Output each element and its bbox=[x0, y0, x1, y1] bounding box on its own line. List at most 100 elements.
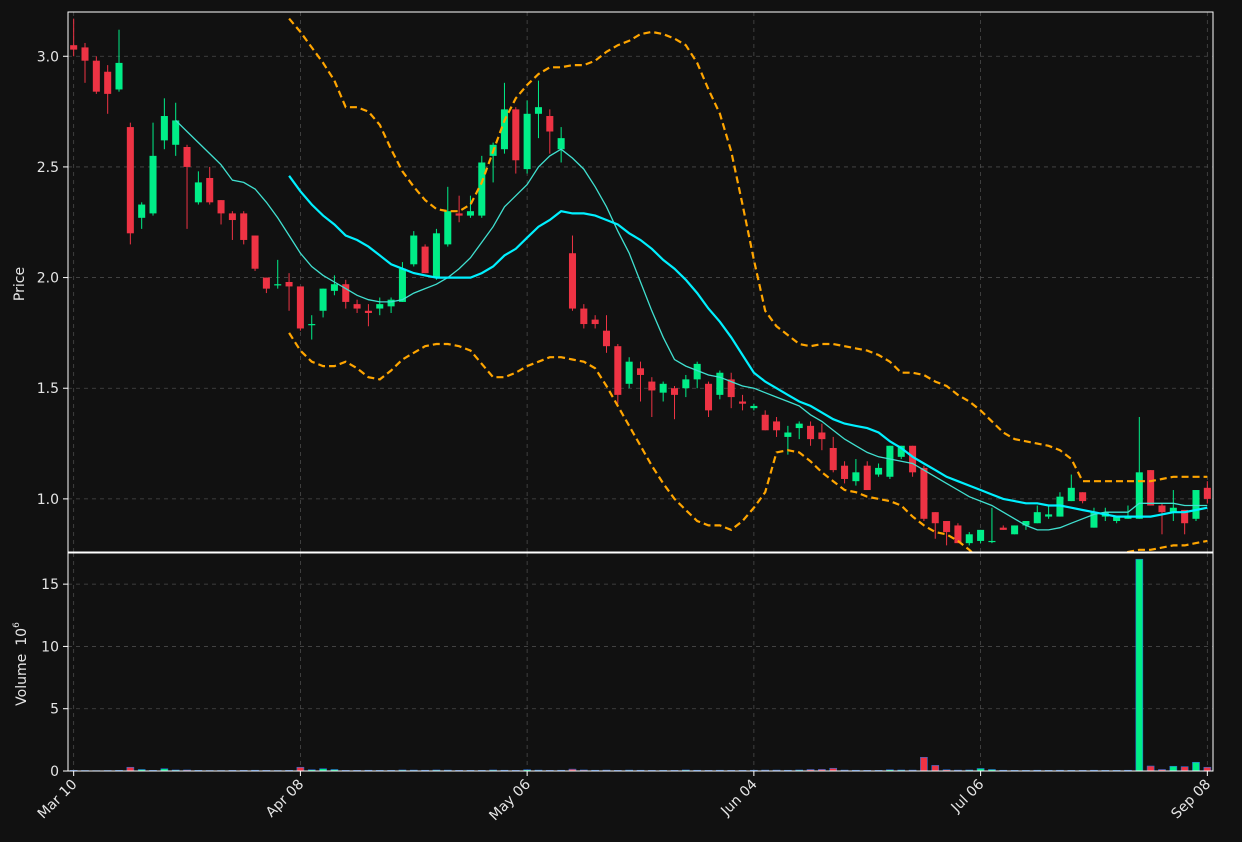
candle-body bbox=[568, 253, 576, 309]
price-tick-label: 2.5 bbox=[37, 160, 59, 176]
candle-body bbox=[455, 213, 463, 216]
candle-body bbox=[308, 324, 316, 326]
candle-body bbox=[421, 246, 429, 274]
candle-body bbox=[512, 109, 520, 161]
candle-body bbox=[319, 288, 327, 311]
candle-body bbox=[920, 467, 928, 519]
price-axis-title: Price bbox=[12, 267, 28, 301]
volume-tick-label: 15 bbox=[41, 577, 59, 593]
candle-body bbox=[104, 71, 112, 94]
candle-body bbox=[206, 177, 214, 203]
candle-body bbox=[841, 465, 849, 479]
candle-body bbox=[296, 286, 304, 329]
candle-body bbox=[591, 319, 599, 325]
date-tick-label: Sep 08 bbox=[1168, 777, 1214, 823]
candle-body bbox=[183, 147, 191, 167]
candle-body bbox=[829, 447, 837, 471]
volume-bar bbox=[126, 766, 135, 771]
price-tick-label: 1.5 bbox=[37, 381, 59, 397]
candle-body bbox=[376, 304, 384, 309]
candle-body bbox=[1192, 490, 1200, 519]
candle-body bbox=[807, 425, 815, 440]
candle-body bbox=[614, 346, 622, 395]
volume-bar bbox=[1135, 558, 1144, 771]
volume-bar bbox=[1203, 766, 1212, 771]
candle-body bbox=[988, 540, 996, 543]
price-tick-label: 1.0 bbox=[37, 492, 59, 508]
candle-body bbox=[217, 200, 225, 214]
candle-body bbox=[126, 127, 134, 234]
candle-body bbox=[194, 182, 202, 203]
candle-body bbox=[172, 120, 180, 145]
candle-body bbox=[965, 534, 973, 544]
candle-body bbox=[1067, 487, 1075, 502]
date-tick-label: May 06 bbox=[486, 776, 534, 824]
candle-body bbox=[625, 361, 633, 384]
volume-tick-label: 5 bbox=[50, 702, 59, 718]
candle-body bbox=[262, 277, 270, 289]
candle-body bbox=[818, 432, 826, 440]
candle-body bbox=[931, 512, 939, 524]
candle-body bbox=[761, 414, 769, 431]
candle-body bbox=[784, 432, 792, 437]
candle-body bbox=[285, 282, 293, 287]
price-tick-label: 3.0 bbox=[37, 49, 59, 65]
candle-body bbox=[81, 47, 89, 61]
candle-body bbox=[534, 107, 542, 114]
volume-axis-label: Volume bbox=[14, 654, 30, 706]
candle-body bbox=[954, 525, 962, 544]
candle-body bbox=[852, 472, 860, 482]
candle-body bbox=[1045, 514, 1053, 517]
candle-body bbox=[705, 383, 713, 411]
candle-body bbox=[580, 308, 588, 325]
candle-body bbox=[364, 310, 372, 313]
candle-body bbox=[398, 268, 406, 302]
candle-body bbox=[648, 381, 656, 391]
candle-body bbox=[795, 423, 803, 429]
candle-body bbox=[1079, 492, 1087, 502]
candle-body bbox=[999, 527, 1007, 530]
candle-body bbox=[149, 155, 157, 214]
candle-body bbox=[115, 62, 123, 90]
candle-body bbox=[682, 379, 690, 389]
candle-body bbox=[773, 421, 781, 431]
candle-body bbox=[1158, 505, 1166, 513]
candle-body bbox=[228, 213, 236, 221]
volume-bar bbox=[920, 756, 928, 771]
candle-body bbox=[557, 138, 565, 150]
candle-body bbox=[875, 467, 883, 475]
candle-body bbox=[670, 388, 679, 395]
volume-panel-background bbox=[68, 553, 1213, 771]
date-tick-label: Jun 04 bbox=[717, 776, 760, 819]
candle-body bbox=[977, 529, 985, 541]
date-tick-label: Jul 06 bbox=[948, 776, 988, 816]
candle-body bbox=[750, 405, 758, 409]
candle-body bbox=[138, 204, 146, 218]
candle-body bbox=[330, 284, 338, 291]
volume-bar bbox=[296, 766, 305, 771]
candle-body bbox=[432, 233, 440, 278]
volume-tick-label: 0 bbox=[50, 764, 59, 780]
candle-body bbox=[160, 116, 168, 141]
candle-body bbox=[353, 304, 361, 309]
candle-body bbox=[943, 521, 951, 533]
price-tick-label: 2.0 bbox=[37, 271, 59, 287]
candle-body bbox=[1033, 512, 1041, 524]
candle-body bbox=[387, 299, 395, 307]
candle-body bbox=[70, 45, 78, 50]
candle-body bbox=[886, 445, 894, 477]
date-tick-label: Mar 10 bbox=[35, 777, 81, 823]
candle-body bbox=[410, 235, 418, 265]
candle-body bbox=[251, 235, 259, 269]
candle-body bbox=[1135, 472, 1143, 519]
volume-bar bbox=[931, 765, 940, 771]
volume-bar bbox=[1169, 765, 1178, 771]
volume-tick-label: 10 bbox=[41, 639, 59, 655]
candle-body bbox=[523, 113, 531, 170]
candle-body bbox=[636, 368, 645, 375]
candle-body bbox=[546, 116, 554, 132]
candlestick-chart: 1.0 1.5 2.0 2.5 3.0 0 5 10 15 Mar 10 Apr 08 May 06 J… bbox=[12, 11, 1214, 824]
volume-bar bbox=[1180, 766, 1189, 771]
candle-body bbox=[602, 330, 611, 347]
candle-body bbox=[240, 213, 248, 240]
